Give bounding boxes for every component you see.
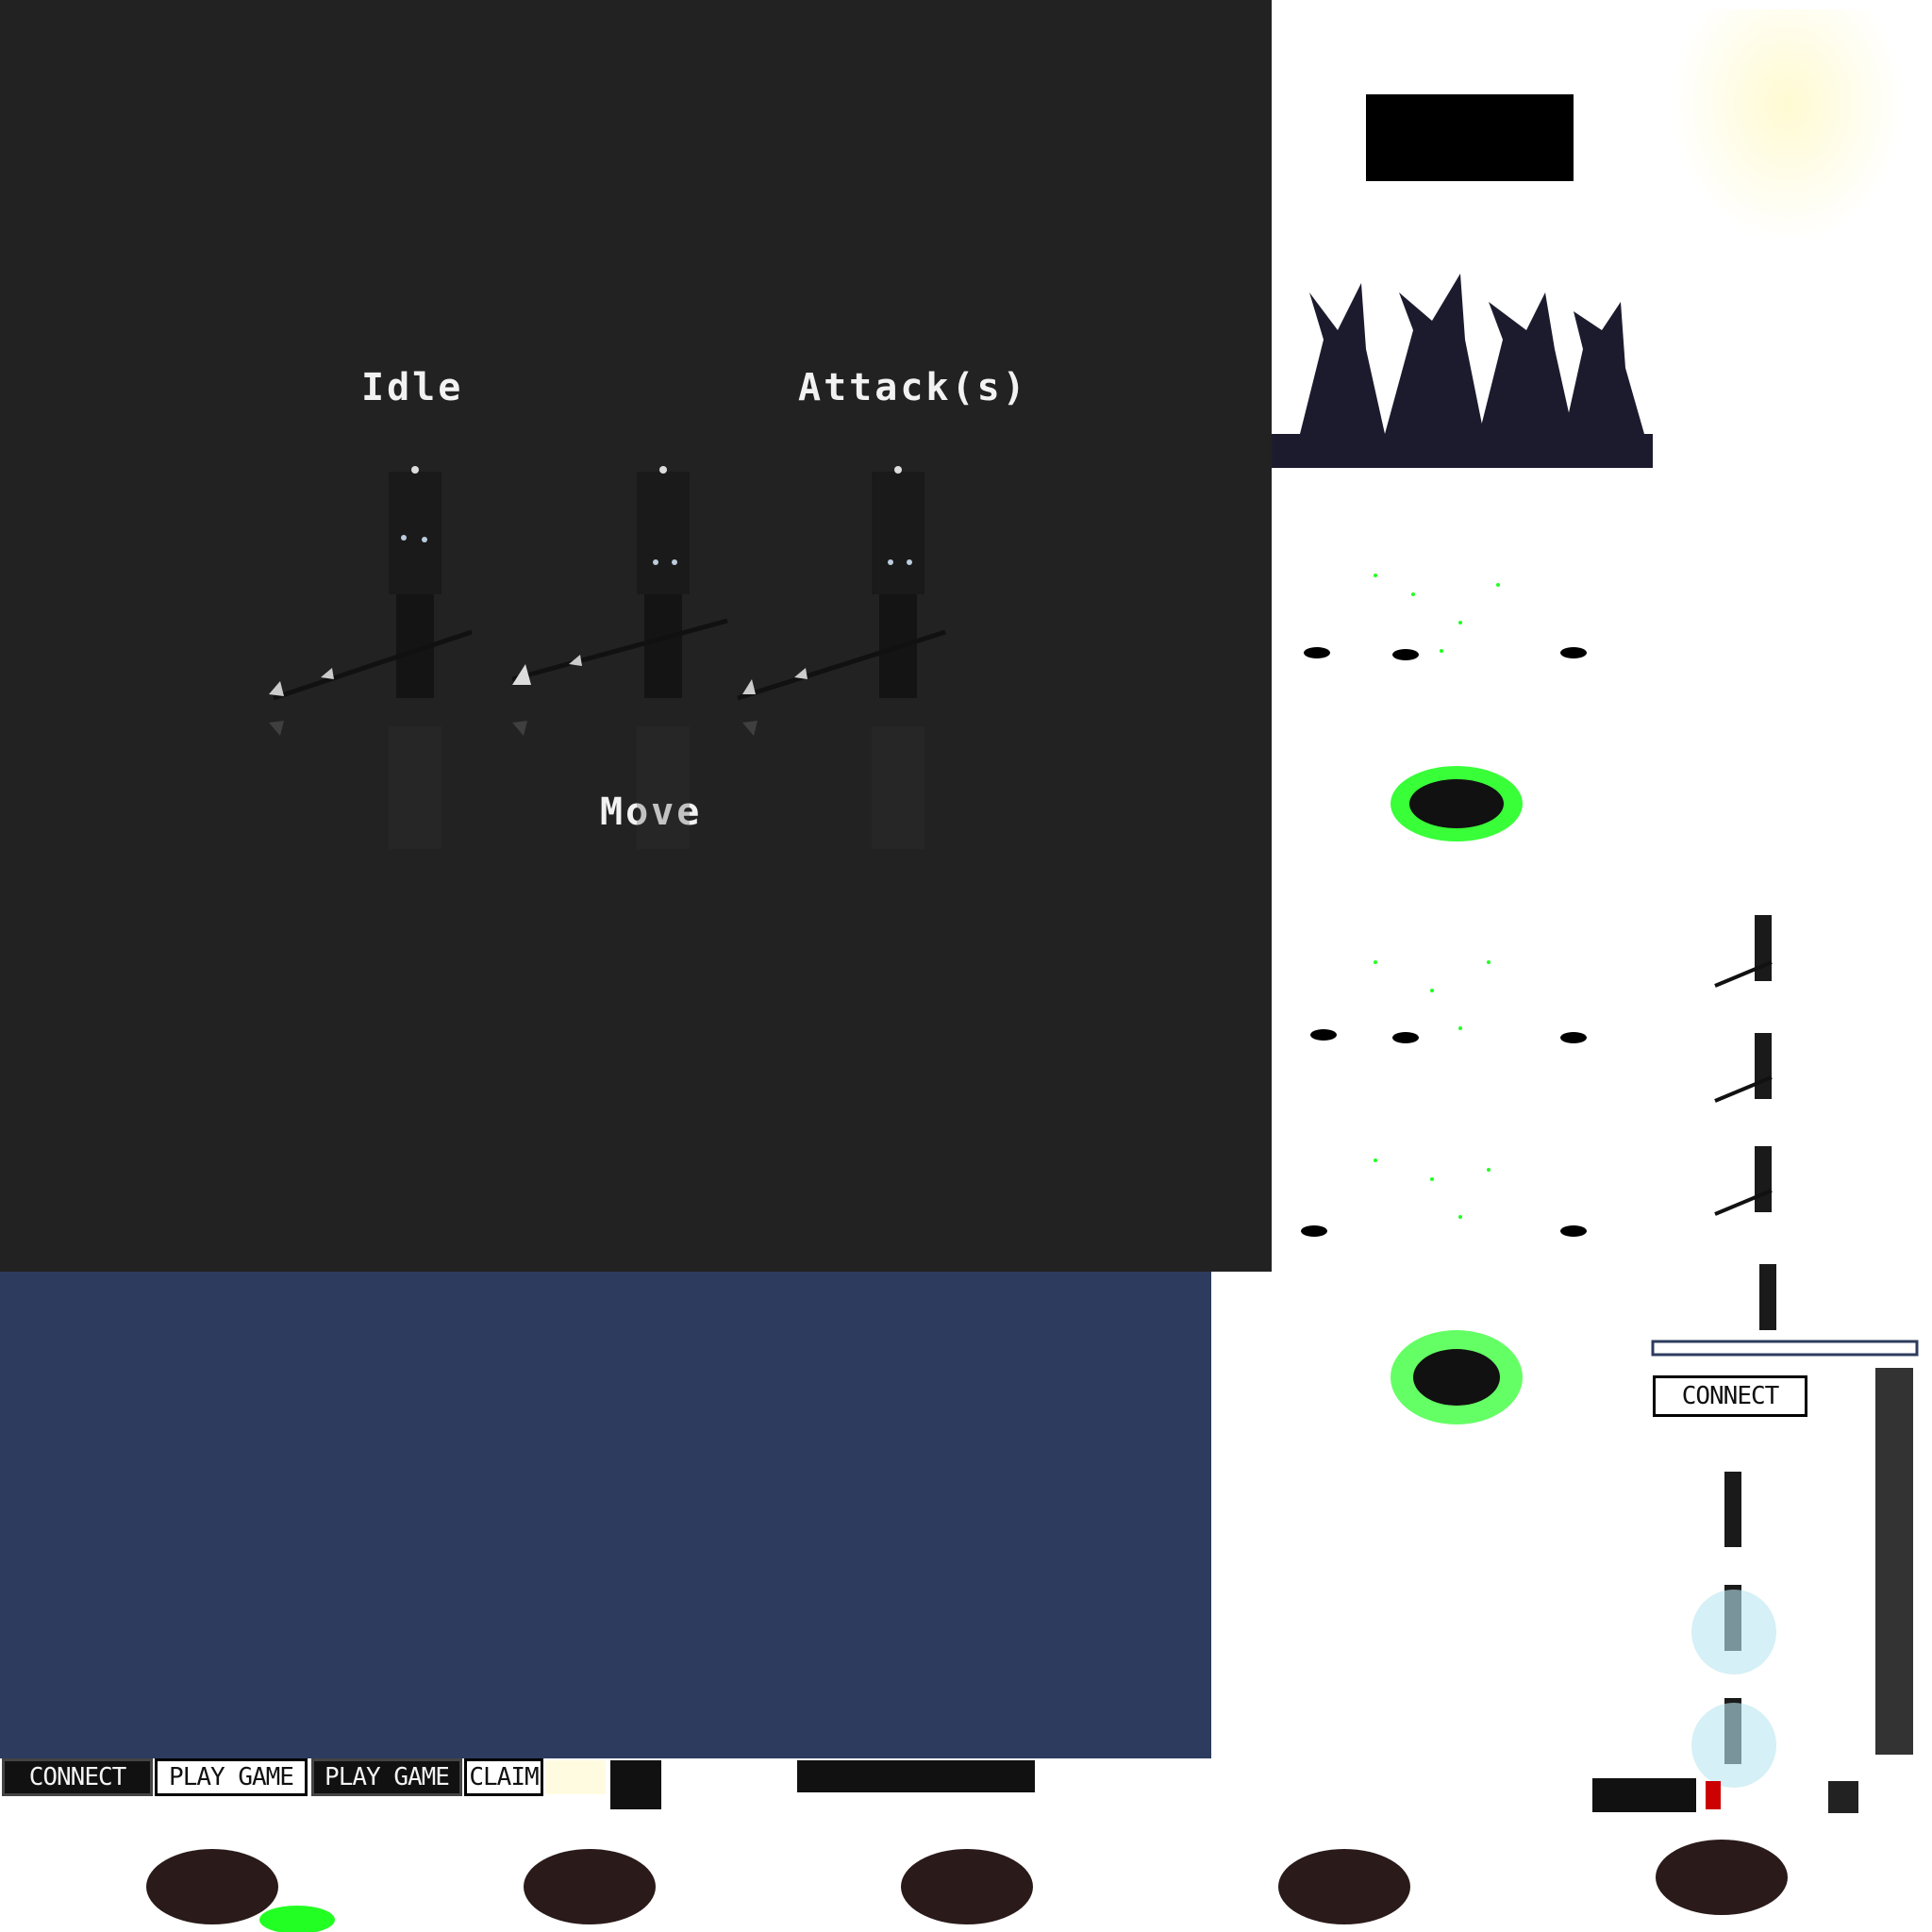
effect-strip <box>797 1760 1035 1792</box>
claim-button[interactable]: CLAIM <box>464 1758 543 1796</box>
tree-silhouette-icon <box>1272 274 1653 468</box>
effects-sheet <box>1301 574 1919 1813</box>
black-box <box>1366 94 1574 181</box>
connect-button[interactable]: CONNECT <box>2 1758 153 1796</box>
animation-preview-panel: Idle Attack(s) Move <box>0 0 1272 1272</box>
green-splatter-icon <box>1391 766 1523 1424</box>
lamp-glow-icon <box>1670 9 1906 245</box>
play-game-button[interactable]: PLAY GAME <box>155 1758 308 1796</box>
spider-monster-icon <box>146 1840 1788 1932</box>
pill-icon <box>545 1760 606 1794</box>
play-game-button-dark[interactable]: PLAY GAME <box>311 1758 462 1796</box>
connect-button-right[interactable]: CONNECT <box>1653 1375 1807 1417</box>
knight-idle-sprite <box>269 466 473 849</box>
navy-panel <box>0 1272 1211 1758</box>
knight-attack-sprite <box>737 466 946 849</box>
knight-move-sprite <box>511 466 728 849</box>
knight-sprites <box>269 466 946 849</box>
face-icon <box>610 1760 661 1809</box>
